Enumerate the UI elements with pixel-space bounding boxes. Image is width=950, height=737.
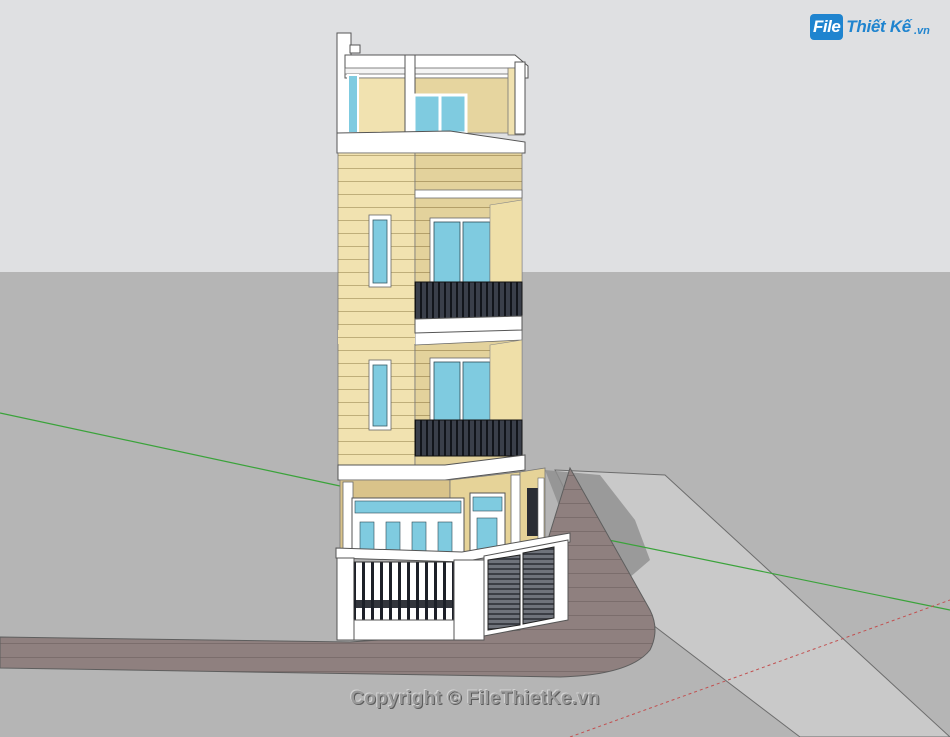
garage-shutter-right <box>522 546 555 625</box>
sketchup-viewport: File Thiết Kế .vn Copyright © FileThietK… <box>0 0 950 737</box>
fence-gate <box>353 561 455 621</box>
ground-floor <box>339 467 546 556</box>
balcony-slab-upper <box>414 315 523 334</box>
balcony-railing-upper <box>414 281 523 320</box>
filethietke-logo: File Thiết Kế .vn <box>810 12 930 42</box>
garage-shutter-left <box>487 554 521 631</box>
balcony-railing-lower <box>414 419 523 457</box>
copyright-watermark: Copyright © FileThietKe.vn <box>350 688 600 709</box>
logo-domain-suffix: .vn <box>913 24 930 37</box>
logo-brand-name: Thiết Kế <box>846 17 911 36</box>
house-model-render <box>0 0 950 737</box>
logo-file-badge: File <box>810 14 844 40</box>
